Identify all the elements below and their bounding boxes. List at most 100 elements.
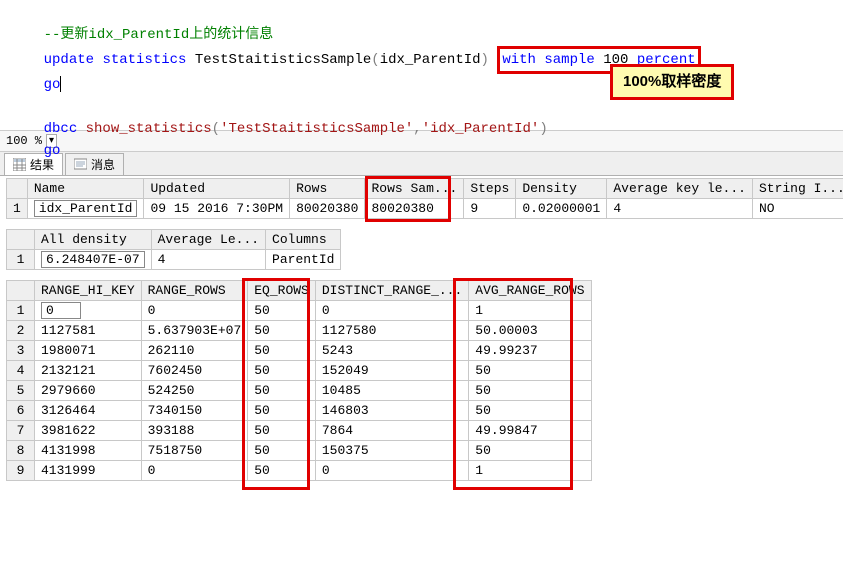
- cell[interactable]: 80020380: [290, 199, 365, 219]
- rownum: 7: [7, 421, 35, 441]
- kw-go-2: go: [44, 143, 61, 159]
- cell[interactable]: 524250: [141, 381, 248, 401]
- cell[interactable]: 3126464: [35, 401, 142, 421]
- col-density[interactable]: Density: [516, 179, 607, 199]
- table-row[interactable]: 52979660524250501048550: [7, 381, 592, 401]
- col-rows-sampled[interactable]: Rows Sam...: [365, 179, 464, 199]
- cell[interactable]: 7864: [315, 421, 468, 441]
- cell[interactable]: 10485: [315, 381, 468, 401]
- cell[interactable]: 7518750: [141, 441, 248, 461]
- table-row[interactable]: 4213212176024505015204950: [7, 361, 592, 381]
- selected-cell[interactable]: 6.248407E-07: [41, 251, 145, 268]
- cell[interactable]: 50: [248, 401, 316, 421]
- col-name[interactable]: Name: [27, 179, 144, 199]
- cell[interactable]: 50: [248, 301, 316, 321]
- rownum: 8: [7, 441, 35, 461]
- cell[interactable]: 50: [248, 441, 316, 461]
- table-row[interactable]: 7398162239318850786449.99847: [7, 421, 592, 441]
- table-row[interactable]: 3198007126211050524349.99237: [7, 341, 592, 361]
- col-columns[interactable]: Columns: [266, 230, 341, 250]
- cell[interactable]: 50: [248, 421, 316, 441]
- cell[interactable]: 5.637903E+07: [141, 321, 248, 341]
- cell[interactable]: 50: [469, 361, 591, 381]
- cell[interactable]: 50: [248, 381, 316, 401]
- cell[interactable]: 7602450: [141, 361, 248, 381]
- cell[interactable]: 4: [151, 250, 265, 270]
- col-avg-range-rows[interactable]: AVG_RANGE_ROWS: [469, 281, 591, 301]
- cell[interactable]: 0: [315, 461, 468, 481]
- table-row[interactable]: 1 idx_ParentId 09 15 2016 7:30PM 8002038…: [7, 199, 843, 219]
- cell[interactable]: 49.99847: [469, 421, 591, 441]
- cell[interactable]: 50: [248, 321, 316, 341]
- selected-cell[interactable]: 0: [41, 302, 81, 319]
- cell[interactable]: 146803: [315, 401, 468, 421]
- annotation-sample-density: 100%取样密度: [610, 64, 734, 100]
- cell[interactable]: 50: [248, 341, 316, 361]
- col-range-rows[interactable]: RANGE_ROWS: [141, 281, 248, 301]
- kw-with: with: [502, 52, 536, 68]
- cell[interactable]: 0.02000001: [516, 199, 607, 219]
- cell[interactable]: 1: [469, 301, 591, 321]
- cell[interactable]: 0: [141, 461, 248, 481]
- cell[interactable]: 5243: [315, 341, 468, 361]
- cell[interactable]: 0: [315, 301, 468, 321]
- result-tabs: 结果 消息: [0, 152, 843, 176]
- cell[interactable]: 09 15 2016 7:30PM: [144, 199, 290, 219]
- results-grid-3[interactable]: RANGE_HI_KEY RANGE_ROWS EQ_ROWS DISTINCT…: [6, 280, 592, 481]
- cell[interactable]: 50: [469, 441, 591, 461]
- kw-dbcc: dbcc: [44, 121, 78, 137]
- col-string-index[interactable]: String I...: [752, 179, 843, 199]
- cell[interactable]: 50: [248, 361, 316, 381]
- table-row[interactable]: 1 6.248407E-07 4 ParentId: [7, 250, 341, 270]
- selected-cell[interactable]: idx_ParentId: [34, 200, 138, 217]
- cell[interactable]: 4131998: [35, 441, 142, 461]
- table-row[interactable]: 1005001: [7, 301, 592, 321]
- cell[interactable]: 152049: [315, 361, 468, 381]
- table-row[interactable]: 9413199905001: [7, 461, 592, 481]
- cell[interactable]: 262110: [141, 341, 248, 361]
- cell[interactable]: 49.99237: [469, 341, 591, 361]
- table-row[interactable]: 8413199875187505015037550: [7, 441, 592, 461]
- cell[interactable]: 1127581: [35, 321, 142, 341]
- cell[interactable]: 50.00003: [469, 321, 591, 341]
- col-range-hi-key[interactable]: RANGE_HI_KEY: [35, 281, 142, 301]
- cell[interactable]: 4131999: [35, 461, 142, 481]
- tab-messages[interactable]: 消息: [65, 153, 124, 175]
- cell[interactable]: 0: [35, 301, 142, 321]
- col-eq-rows[interactable]: EQ_ROWS: [248, 281, 316, 301]
- cell[interactable]: 1127580: [315, 321, 468, 341]
- cell[interactable]: 393188: [141, 421, 248, 441]
- col-distinct-range[interactable]: DISTINCT_RANGE_...: [315, 281, 468, 301]
- col-updated[interactable]: Updated: [144, 179, 290, 199]
- table-row[interactable]: 211275815.637903E+0750112758050.00003: [7, 321, 592, 341]
- col-avg-key-len[interactable]: Average key le...: [607, 179, 753, 199]
- cell[interactable]: 50: [248, 461, 316, 481]
- cell[interactable]: 1: [469, 461, 591, 481]
- cell[interactable]: 3981622: [35, 421, 142, 441]
- cell[interactable]: 1980071: [35, 341, 142, 361]
- sql-editor[interactable]: --更新idx_ParentId上的统计信息 update statistics…: [0, 0, 843, 130]
- cell[interactable]: 50: [469, 401, 591, 421]
- col-rows[interactable]: Rows: [290, 179, 365, 199]
- cell[interactable]: ParentId: [266, 250, 341, 270]
- cell[interactable]: idx_ParentId: [27, 199, 144, 219]
- cell[interactable]: 2132121: [35, 361, 142, 381]
- cell[interactable]: 80020380: [365, 199, 464, 219]
- func-show-statistics: show_statistics: [86, 121, 212, 137]
- cell[interactable]: 50: [469, 381, 591, 401]
- cell[interactable]: 0: [141, 301, 248, 321]
- cell[interactable]: 7340150: [141, 401, 248, 421]
- results-grid-2[interactable]: All density Average Le... Columns 1 6.24…: [6, 229, 341, 270]
- cell[interactable]: 2979660: [35, 381, 142, 401]
- cell[interactable]: 4: [607, 199, 753, 219]
- col-avg-len[interactable]: Average Le...: [151, 230, 265, 250]
- results-grid-1[interactable]: Name Updated Rows Rows Sam... Steps Dens…: [6, 178, 843, 219]
- cell[interactable]: 6.248407E-07: [35, 250, 152, 270]
- cell[interactable]: NO: [752, 199, 843, 219]
- col-all-density[interactable]: All density: [35, 230, 152, 250]
- cell[interactable]: 9: [464, 199, 516, 219]
- table-row[interactable]: 6312646473401505014680350: [7, 401, 592, 421]
- col-steps[interactable]: Steps: [464, 179, 516, 199]
- rownum: 4: [7, 361, 35, 381]
- cell[interactable]: 150375: [315, 441, 468, 461]
